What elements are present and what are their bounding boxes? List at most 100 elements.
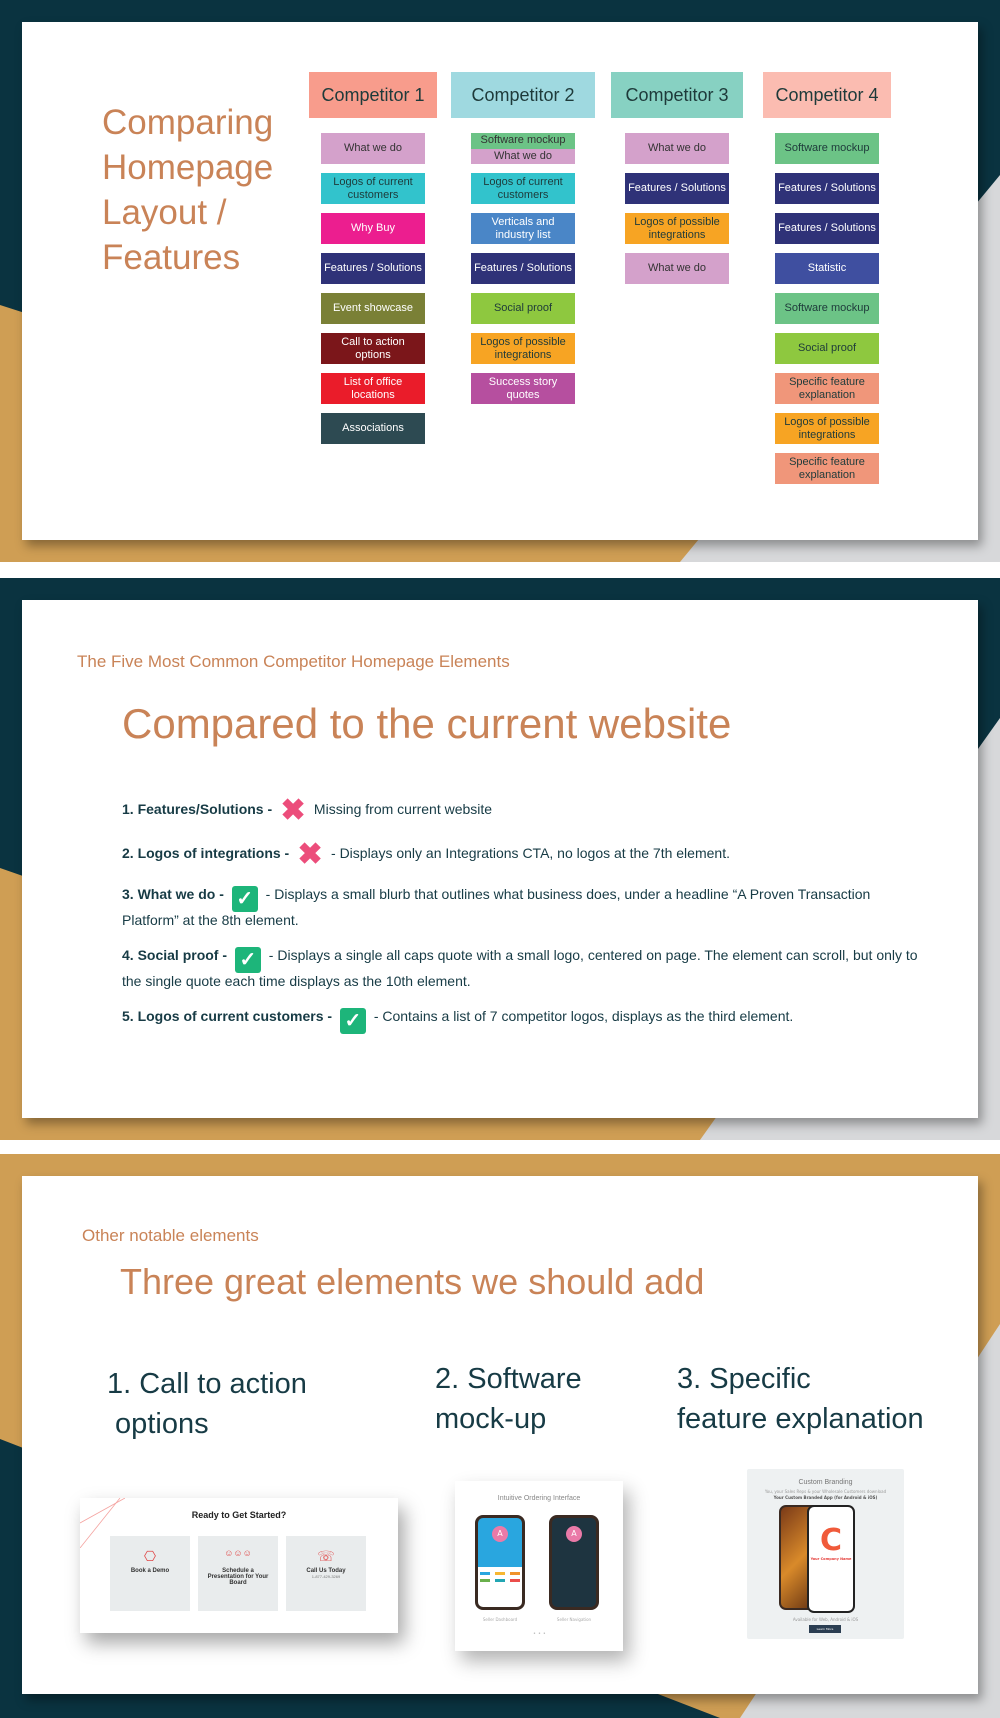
layout-element-tile: Social proof: [471, 293, 575, 324]
layout-element-label: options: [355, 348, 391, 361]
layout-element-tile: Software mockup What we do: [471, 133, 575, 164]
app-logo-icon: C: [819, 1523, 843, 1558]
layout-element-part: Software mockup: [471, 133, 575, 149]
feature-heading: Custom Branding: [798, 1479, 853, 1486]
layout-element-label: What we do: [647, 262, 707, 274]
slide-card: Comparing Homepage Layout / Features Com…: [22, 22, 978, 540]
layout-element-tile: What we do: [625, 253, 729, 284]
layout-element-tile: Why Buy: [321, 213, 425, 244]
layout-element-label: Features / Solutions: [628, 182, 726, 194]
people-icon: ☺☺☺: [224, 1548, 252, 1558]
layout-element-label: customers: [497, 188, 549, 201]
layout-element-tile: Specific feature explanation: [775, 373, 879, 404]
criteria-item: 5. Logos of current customers - ✓ - Cont…: [122, 1008, 922, 1034]
mockup-heading: Intuitive Ordering Interface: [497, 1495, 581, 1502]
layout-element-tile: Associations: [321, 413, 425, 444]
layout-element-label: industry list: [495, 228, 551, 241]
layout-element-tile: Features / Solutions: [775, 173, 879, 204]
slide-card: The Five Most Common Competitor Homepage…: [22, 600, 978, 1118]
cta-screenshot: Ready to Get Started? ⎔ Book a Demo ☺☺☺ …: [80, 1498, 398, 1633]
layout-element-label: Specific feature: [789, 375, 865, 388]
layout-element-tile: Features / Solutions: [775, 213, 879, 244]
slide-subtitle: Other notable elements: [82, 1226, 259, 1245]
layout-element-label: Why Buy: [350, 222, 395, 234]
layout-element-tile: Logos of possible integrations: [775, 413, 879, 444]
layout-element-label: integrations: [798, 428, 856, 441]
layout-element-label: explanation: [798, 468, 856, 481]
layout-element-label: Features / Solutions: [474, 262, 572, 274]
cross-icon: ✖: [297, 838, 323, 871]
layout-element-tile: Statistic: [775, 253, 879, 284]
layout-element-label: Software mockup: [784, 302, 870, 314]
layout-element-tile: What we do: [625, 133, 729, 164]
monitor-icon: ⎔: [143, 1548, 157, 1564]
layout-element-tile: Features / Solutions: [625, 173, 729, 204]
layout-element-tile: What we do: [321, 133, 425, 164]
carousel-dots[interactable]: •••: [533, 1631, 548, 1637]
layout-element-tile: Call to action options: [321, 333, 425, 364]
slide-title: Comparing Homepage Layout / Features: [102, 103, 274, 277]
layout-element-label: Features / Solutions: [778, 222, 876, 234]
criteria-list: 1. Features/Solutions - ✖ Missing from c…: [122, 796, 922, 1052]
layout-element-tile: Logos of current customers: [471, 173, 575, 204]
layout-element-label: explanation: [798, 388, 856, 401]
recommendation-software-mockup: 2. Software mock-up: [435, 1363, 582, 1435]
layout-element-label: List of office: [343, 375, 403, 388]
layout-element-label: Features / Solutions: [324, 262, 422, 274]
criteria-item: 2. Logos of integrations - ✖ - Displays …: [122, 838, 922, 871]
check-icon: ✓: [234, 947, 261, 973]
layout-element-label: Event showcase: [332, 302, 414, 314]
competitor-header: Competitor 4: [763, 72, 891, 118]
cta-option-presentation: ☺☺☺ Schedule a Presentation for Your Boa…: [198, 1536, 278, 1611]
layout-element-tile: Logos of possible integrations: [625, 213, 729, 244]
phone-dashboard: A: [475, 1515, 525, 1610]
criteria-label: 1. Features/Solutions -: [122, 801, 277, 817]
learn-more-button[interactable]: Learn More: [809, 1625, 841, 1633]
competitor-header: Competitor 2: [451, 72, 595, 118]
layout-element-label: Logos of possible: [480, 335, 566, 348]
layout-element-label: Verticals and: [491, 215, 555, 228]
layout-element-label: Logos of current: [483, 175, 563, 188]
competitor-column: Competitor 3 What we do Features / Solutio…: [611, 72, 743, 293]
layout-element-tile: Success story quotes: [471, 373, 575, 404]
criteria-description: - Displays only an Integrations CTA, no …: [327, 845, 730, 861]
layout-element-tile: Logos of current customers: [321, 173, 425, 204]
layout-element-label: Logos of current: [333, 175, 413, 188]
slide-card: Other notable elements Three great eleme…: [22, 1176, 978, 1694]
criteria-label: 5. Logos of current customers -: [122, 1008, 336, 1024]
layout-element-label: customers: [347, 188, 399, 201]
software-mockup-screenshot: Intuitive Ordering Interface A A Seller …: [455, 1481, 623, 1651]
layout-element-label: locations: [351, 388, 395, 401]
layout-element-label: Logos of possible: [784, 415, 870, 428]
layout-element-label: quotes: [506, 388, 540, 401]
slide-competitor-layout: Comparing Homepage Layout / Features Com…: [0, 0, 1000, 562]
layout-element-label: Success story: [488, 375, 558, 388]
competitor-column: Competitor 4 Software mockup Features / So…: [763, 72, 891, 493]
layout-element-tile: Event showcase: [321, 293, 425, 324]
layout-element-label: integrations: [648, 228, 706, 241]
phone-app-screen: C Your Company Name: [807, 1505, 855, 1613]
criteria-description: Missing from current website: [310, 801, 493, 817]
criteria-item: 4. Social proof - ✓ - Displays a single …: [122, 947, 922, 990]
cta-heading: Ready to Get Started?: [191, 1510, 287, 1520]
slide-comparison: The Five Most Common Competitor Homepage…: [0, 578, 1000, 1140]
slide-title: Compared to the current website: [122, 700, 732, 747]
layout-element-label: Features / Solutions: [778, 182, 876, 194]
layout-element-label: What we do: [343, 142, 403, 154]
slide-title: Three great elements we should add: [120, 1261, 705, 1302]
layout-element-tile: Specific feature explanation: [775, 453, 879, 484]
criteria-description: - Contains a list of 7 competitor logos,…: [369, 1008, 794, 1024]
competitor-header: Competitor 1: [309, 72, 437, 118]
layout-element-tile: Social proof: [775, 333, 879, 364]
phone-navigation: A: [549, 1515, 599, 1610]
criteria-item: 1. Features/Solutions - ✖ Missing from c…: [122, 796, 922, 826]
check-icon: ✓: [231, 886, 258, 912]
competitor-column: Competitor 1 What we do Logos of current cu…: [309, 72, 437, 453]
layout-element-label: Statistic: [807, 262, 847, 274]
slide-subtitle: The Five Most Common Competitor Homepage…: [77, 652, 510, 671]
feature-explanation-screenshot: Custom Branding You, your Sales Reps & y…: [747, 1469, 904, 1639]
layout-element-tile: Software mockup: [775, 293, 879, 324]
layout-element-tile: Software mockup: [775, 133, 879, 164]
layout-element-tile: Features / Solutions: [471, 253, 575, 284]
slide-recommendations: Other notable elements Three great eleme…: [0, 1154, 1000, 1718]
